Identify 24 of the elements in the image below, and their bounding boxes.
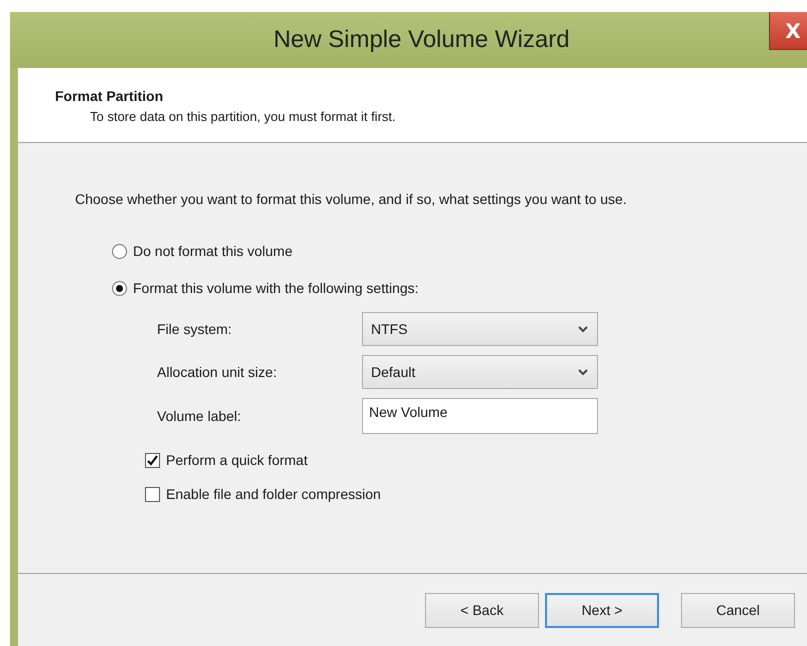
instruction-text: Choose whether you want to format this volume, and if so, what settings you want to use.	[75, 191, 628, 207]
checkbox-label[interactable]: Enable file and folder compression	[166, 486, 381, 502]
page-subtitle: To store data on this partition, you must format it first.	[90, 109, 397, 124]
page-title: Format Partition	[55, 88, 164, 104]
field-label: Allocation unit size:	[157, 364, 278, 380]
dropdown[interactable]: NTFS	[362, 312, 598, 346]
chevron-icon	[578, 326, 588, 332]
wizard-button[interactable]: < Back	[425, 592, 539, 628]
radio-label[interactable]: Format this volume with the following settings:	[133, 280, 419, 296]
chevron-icon	[578, 368, 588, 376]
checkbox[interactable]	[145, 452, 160, 468]
wizard-button[interactable]: Next >	[545, 592, 659, 628]
close-button[interactable]: X	[769, 12, 807, 50]
radio-label[interactable]: Do not format this volume	[133, 243, 293, 259]
input-field[interactable]: New Volume	[362, 398, 598, 434]
field-label: File system:	[157, 321, 233, 337]
radio-button[interactable]	[112, 244, 127, 258]
checkbox-label[interactable]: Perform a quick format	[166, 452, 308, 468]
dropdown[interactable]: Default	[362, 355, 598, 389]
radio-button[interactable]	[112, 280, 127, 296]
field-label: Volume label:	[157, 408, 242, 424]
wizard-button[interactable]: Cancel	[681, 592, 795, 628]
window-title: New Simple Volume Wizard	[273, 26, 570, 54]
checkbox[interactable]	[145, 486, 160, 502]
